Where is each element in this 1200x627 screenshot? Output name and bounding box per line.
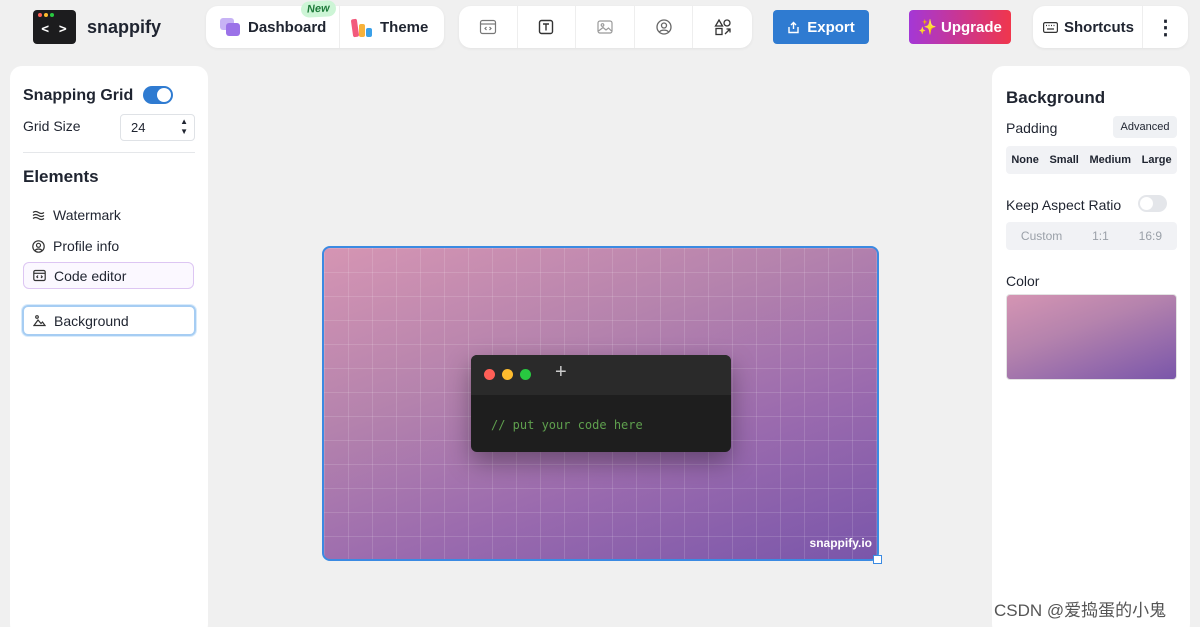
profile-icon	[32, 239, 45, 253]
nav-group: Dashboard New Theme	[206, 0, 444, 48]
code-window[interactable]: + // put your code here	[471, 355, 731, 452]
background-color-swatch[interactable]	[1006, 294, 1177, 380]
right-sidebar: Background Padding Advanced None Small M…	[992, 66, 1190, 627]
export-icon	[788, 21, 799, 33]
code-window-icon	[33, 269, 46, 282]
add-text-button[interactable]	[518, 6, 577, 48]
watermark-icon	[32, 210, 45, 220]
add-image-button[interactable]	[576, 6, 635, 48]
shortcuts-group: Shortcuts ⋮	[1033, 6, 1188, 48]
grid-size-value: 24	[131, 120, 146, 135]
aspect-ratio-label: Keep Aspect Ratio	[1006, 197, 1122, 213]
dashboard-button[interactable]: Dashboard New	[206, 0, 340, 48]
more-options-icon: ⋮	[1155, 16, 1176, 39]
close-dot-icon	[484, 369, 495, 380]
add-tab-icon[interactable]: +	[555, 361, 567, 384]
element-item-code-editor[interactable]: Code editor	[23, 262, 194, 289]
grid-size-stepper[interactable]: 24 ▲ ▼	[120, 114, 195, 141]
element-item-label: Background	[54, 312, 129, 329]
padding-option-large[interactable]: Large	[1142, 154, 1172, 166]
element-item-watermark[interactable]: Watermark	[23, 202, 194, 228]
element-item-label: Watermark	[53, 207, 121, 223]
export-label: Export	[807, 18, 855, 36]
padding-option-none[interactable]: None	[1011, 154, 1039, 166]
add-profile-button[interactable]	[635, 6, 694, 48]
add-code-window-button[interactable]	[459, 6, 518, 48]
element-item-profile-info[interactable]: Profile info	[23, 233, 194, 259]
code-window-icon	[479, 19, 496, 35]
insert-toolbar	[459, 6, 752, 48]
profile-icon	[655, 19, 672, 35]
minimize-dot-icon	[502, 369, 513, 380]
code-placeholder[interactable]: // put your code here	[491, 418, 643, 432]
element-item-label: Code editor	[54, 267, 127, 284]
maximize-dot-icon	[520, 369, 531, 380]
padding-option-small[interactable]: Small	[1049, 154, 1078, 166]
padding-label: Padding	[1006, 120, 1058, 136]
snapping-grid-toggle[interactable]	[143, 86, 173, 104]
theme-palette-icon	[350, 17, 372, 38]
theme-label: Theme	[380, 18, 429, 36]
advanced-button[interactable]: Advanced	[1113, 116, 1177, 138]
more-options-button[interactable]: ⋮	[1143, 15, 1188, 40]
new-badge: New	[300, 0, 337, 18]
element-item-background[interactable]: Background	[22, 305, 196, 336]
element-item-label: Profile info	[53, 238, 120, 254]
background-panel-title: Background	[1006, 88, 1106, 107]
resize-handle[interactable]	[873, 555, 882, 564]
aspect-option-16-9[interactable]: 16:9	[1139, 229, 1162, 243]
upgrade-label: ✨ Upgrade	[918, 19, 1002, 36]
text-box-icon	[539, 19, 554, 35]
upgrade-button[interactable]: ✨ Upgrade	[909, 10, 1011, 44]
color-label: Color	[1006, 273, 1040, 289]
window-dots-icon	[38, 13, 54, 17]
stepper-arrows-icon[interactable]: ▲ ▼	[180, 117, 188, 137]
dashboard-label: Dashboard	[248, 18, 327, 36]
padding-options: None Small Medium Large	[1006, 146, 1177, 174]
padding-option-medium[interactable]: Medium	[1089, 154, 1131, 166]
aspect-option-1-1[interactable]: 1:1	[1092, 229, 1109, 243]
shortcuts-label: Shortcuts	[1064, 18, 1135, 36]
left-sidebar: Snapping Grid Grid Size 24 ▲ ▼ Elements W…	[10, 66, 208, 627]
keyboard-icon	[1043, 21, 1058, 33]
image-icon	[597, 20, 613, 34]
add-shape-button[interactable]	[693, 6, 752, 48]
aspect-ratio-options: Custom 1:1 16:9	[1006, 222, 1177, 250]
divider	[23, 152, 195, 153]
canvas-frame[interactable]: + // put your code here snappify.io	[322, 246, 879, 561]
grid-size-label: Grid Size	[23, 118, 81, 134]
watermark-text: snappify.io	[809, 536, 872, 550]
background-icon	[33, 315, 46, 327]
code-window-titlebar: +	[471, 355, 731, 395]
export-button[interactable]: Export	[773, 10, 869, 44]
shapes-icon	[714, 18, 731, 36]
source-watermark: CSDN @爱捣蛋的小鬼	[994, 601, 1167, 620]
snapping-grid-label: Snapping Grid	[23, 87, 134, 104]
aspect-ratio-toggle[interactable]	[1138, 195, 1167, 212]
app-logo[interactable]: < >	[33, 10, 76, 44]
theme-button[interactable]: Theme	[340, 6, 440, 48]
logo-code-glyph: < >	[41, 22, 68, 37]
dashboard-icon	[220, 18, 240, 36]
shortcuts-button[interactable]: Shortcuts	[1033, 6, 1143, 48]
elements-title: Elements	[23, 167, 99, 186]
aspect-option-custom[interactable]: Custom	[1021, 229, 1062, 243]
app-name: snappify	[87, 17, 162, 37]
